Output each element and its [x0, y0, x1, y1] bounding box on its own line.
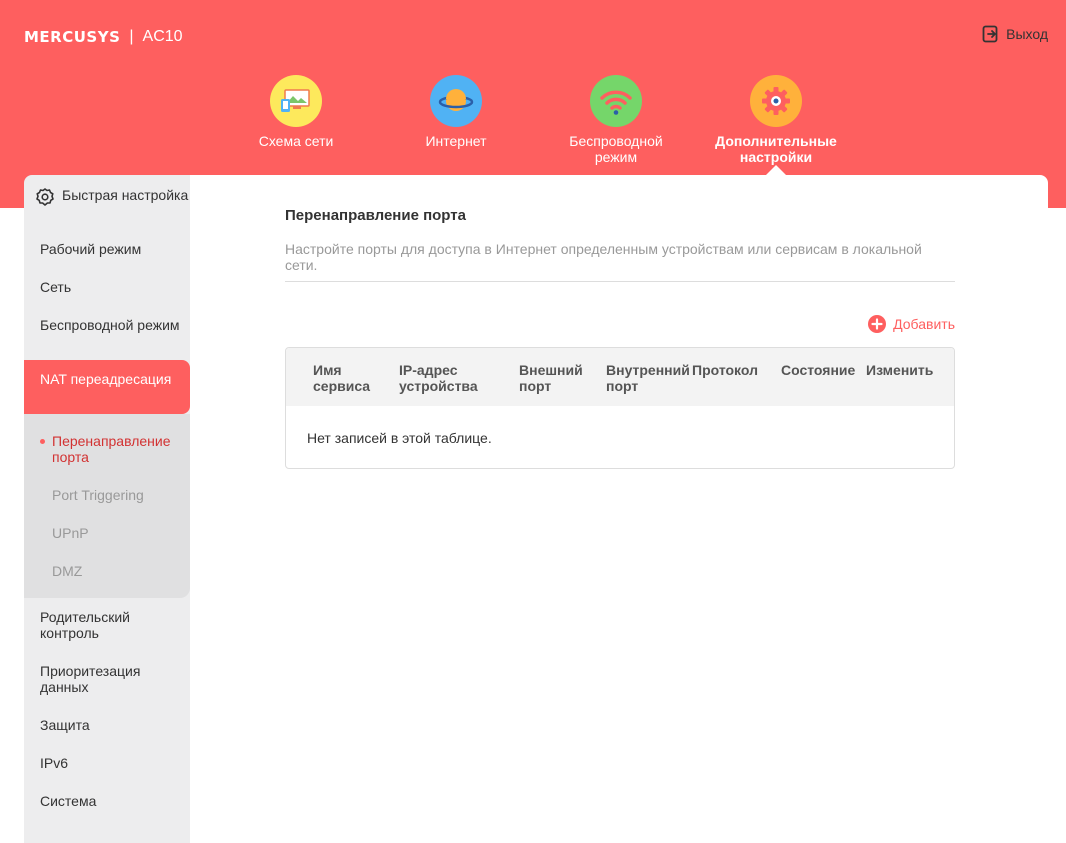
- nav-internet[interactable]: Интернет: [391, 75, 521, 149]
- network-map-icon: [270, 75, 322, 127]
- add-label: Добавить: [893, 316, 955, 332]
- sidebar-item-nat[interactable]: NAT переадресация: [24, 360, 190, 414]
- settings-gear-icon: [36, 188, 54, 206]
- sidebar-item-wireless[interactable]: Беспроводной режим: [24, 317, 190, 333]
- active-tab-pointer: [765, 165, 787, 176]
- nav-label: Беспроводной режим: [569, 133, 663, 165]
- nav-label: Схема сети: [258, 133, 334, 149]
- sidebar-item-operation-mode[interactable]: Рабочий режим: [24, 241, 190, 257]
- sidebar-item-ipv6[interactable]: IPv6: [24, 755, 190, 771]
- sidebar-subitem-upnp[interactable]: UPnP: [52, 525, 89, 541]
- divider: [285, 281, 955, 282]
- column-header: Состояние: [781, 362, 856, 378]
- model-name: AC10: [142, 28, 183, 45]
- logout-label: Выход: [1006, 26, 1048, 42]
- table-header: Имя сервиса IP-адрес устройства Внешний …: [286, 348, 954, 406]
- logout-icon: [982, 25, 998, 43]
- logout-button[interactable]: Выход: [982, 25, 1048, 43]
- sidebar-submenu: Перенаправление порта Port Triggering UP…: [24, 414, 190, 598]
- sidebar-subitem-port-triggering[interactable]: Port Triggering: [52, 487, 144, 503]
- sidebar-item-quick-setup[interactable]: Быстрая настройка: [24, 187, 190, 206]
- page-description: Настройте порты для доступа в Интернет о…: [285, 241, 922, 273]
- column-header: IP-адрес устройства: [399, 362, 478, 394]
- sidebar-item-label: Быстрая настройка: [62, 187, 189, 203]
- active-dot: [40, 439, 45, 444]
- sidebar: Быстрая настройка Рабочий режим Сеть Бес…: [24, 175, 190, 843]
- port-forwarding-table: Имя сервиса IP-адрес устройства Внешний …: [285, 347, 955, 469]
- sidebar-subitem-label: Перенаправление порта: [52, 433, 171, 465]
- empty-table-message: Нет записей в этой таблице.: [307, 430, 492, 446]
- brand: MERCUSYS | AC10: [24, 28, 183, 46]
- sidebar-subitem-port-forwarding[interactable]: Перенаправление порта: [40, 433, 190, 465]
- sidebar-subitem-dmz[interactable]: DMZ: [52, 563, 82, 579]
- column-header: Внутренний порт: [606, 362, 690, 394]
- sidebar-item-system[interactable]: Система: [24, 793, 190, 809]
- column-header: Имя сервиса: [313, 362, 371, 394]
- content-panel: [190, 175, 1048, 843]
- globe-planet-icon: [430, 75, 482, 127]
- nav-advanced[interactable]: Дополнительные настройки: [711, 75, 841, 165]
- column-header: Внешний порт: [519, 362, 583, 394]
- brand-separator: |: [129, 28, 134, 45]
- nav-wireless[interactable]: Беспроводной режим: [551, 75, 681, 165]
- add-button[interactable]: Добавить: [868, 315, 955, 333]
- gear-icon: [750, 75, 802, 127]
- page-title: Перенаправление порта: [285, 207, 466, 224]
- nav-network-map[interactable]: Схема сети: [231, 75, 361, 149]
- nav-label: Интернет: [425, 133, 487, 149]
- sidebar-item-security[interactable]: Защита: [24, 717, 190, 733]
- sidebar-item-network[interactable]: Сеть: [24, 279, 190, 295]
- wifi-icon: [590, 75, 642, 127]
- column-header: Изменить: [866, 362, 934, 378]
- plus-circle-icon: [868, 315, 887, 333]
- brand-logo: MERCUSYS: [24, 28, 121, 46]
- sidebar-item-qos[interactable]: Приоритезация данных: [24, 663, 190, 695]
- nav-label: Дополнительные настройки: [715, 133, 837, 165]
- sidebar-item-parental-control[interactable]: Родительский контроль: [24, 609, 190, 641]
- column-header: Протокол: [692, 362, 758, 378]
